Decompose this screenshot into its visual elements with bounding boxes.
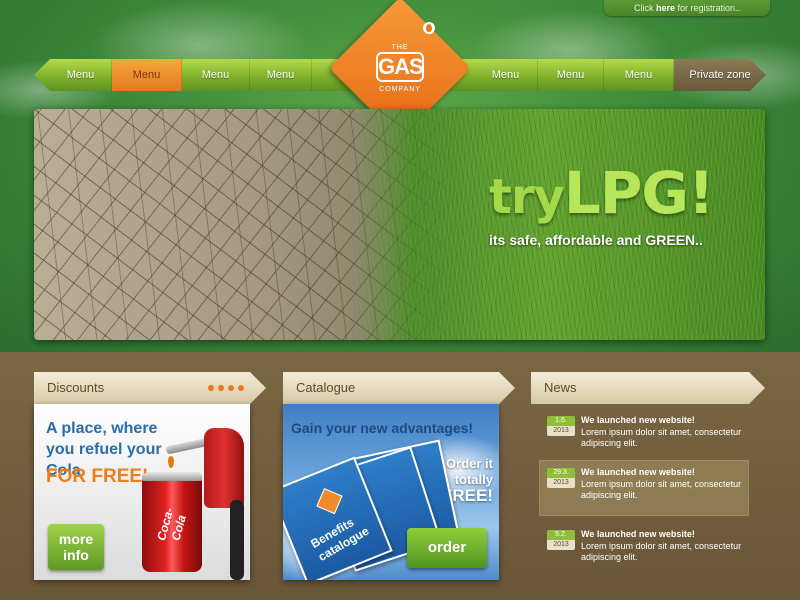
- nav-item-menu-1[interactable]: Menu: [50, 59, 112, 91]
- header-area: Click here for registration.. Menu Menu …: [0, 0, 800, 352]
- logo-gas-text: GAS: [376, 52, 424, 82]
- news-date: 29.3. 2013: [547, 468, 575, 488]
- news-heading: News: [531, 372, 765, 404]
- registration-suffix: for registration..: [674, 3, 741, 13]
- discounts-free-text: FOR FREE!: [46, 466, 149, 487]
- news-date: 5.2. 2013: [547, 530, 575, 550]
- news-panel: 1.6. 2013 We launched new website! Lorem…: [531, 404, 765, 580]
- more-info-line2: info: [63, 547, 89, 563]
- order-button[interactable]: order: [407, 528, 487, 568]
- nav-item-menu-7[interactable]: Menu: [604, 59, 674, 91]
- carousel-dot[interactable]: [208, 385, 214, 391]
- hero-headline: tryLPG!: [489, 159, 715, 227]
- more-info-line1: more: [58, 531, 94, 547]
- cola-can-image: Coca-Cola: [142, 472, 202, 572]
- news-date: 1.6. 2013: [547, 416, 575, 436]
- discounts-heading: Discounts: [34, 372, 266, 404]
- catalogue-heading-text: Catalogue: [296, 380, 356, 395]
- news-day: 1.6.: [547, 416, 575, 426]
- news-item[interactable]: 29.3. 2013 We launched new website! Lore…: [539, 460, 749, 516]
- news-title[interactable]: We launched new website!: [581, 415, 695, 425]
- news-heading-text: News: [544, 380, 577, 395]
- hero-banner: tryLPG! its safe, affordable and GREEN..: [34, 109, 765, 340]
- carousel-dot[interactable]: [238, 385, 244, 391]
- flame-icon: [423, 22, 435, 34]
- news-text: Lorem ipsum dolor sit amet, consectetur …: [581, 541, 742, 562]
- nav-item-menu-5[interactable]: Menu: [474, 59, 538, 91]
- hero-try-word: try: [489, 169, 565, 225]
- book-label: Benefits catalogue: [308, 515, 372, 564]
- can-brand-logo: Coca-Cola: [154, 506, 189, 543]
- discounts-heading-text: Discounts: [47, 380, 105, 395]
- news-day: 5.2.: [547, 530, 575, 540]
- nav-item-private-zone[interactable]: Private zone: [674, 59, 766, 91]
- gas-logo-icon: [316, 488, 343, 515]
- news-day: 29.3.: [547, 468, 575, 478]
- registration-prefix: Click: [633, 3, 656, 13]
- catalogue-panel: Gain your new advantages! Order it total…: [283, 404, 499, 580]
- news-text: Lorem ipsum dolor sit amet, consectetur …: [581, 427, 742, 448]
- logo-company-text: COMPANY: [379, 86, 421, 93]
- news-item[interactable]: 5.2. 2013 We launched new website! Lorem…: [531, 522, 765, 578]
- news-year: 2013: [547, 426, 575, 436]
- order-free-line1: Order it: [446, 456, 493, 471]
- nav-item-menu-4[interactable]: Menu: [250, 59, 312, 91]
- carousel-dot[interactable]: [228, 385, 234, 391]
- catalogue-heading: Catalogue: [283, 372, 515, 404]
- carousel-dot[interactable]: [218, 385, 224, 391]
- catalogue-title: Gain your new advantages!: [291, 420, 474, 436]
- news-year: 2013: [547, 478, 575, 488]
- fuel-nozzle-icon: [204, 428, 244, 508]
- news-item[interactable]: 1.6. 2013 We launched new website! Lorem…: [531, 408, 765, 464]
- nav-item-menu-2[interactable]: Menu: [112, 59, 182, 91]
- more-info-button[interactable]: more info: [48, 524, 104, 570]
- logo-the-text: THE: [391, 44, 409, 51]
- nav-item-menu-3[interactable]: Menu: [182, 59, 250, 91]
- hero-lpg-word: LPG!: [563, 159, 715, 227]
- carousel-dots: [208, 385, 244, 391]
- news-title[interactable]: We launched new website!: [581, 529, 695, 539]
- registration-here-link[interactable]: here: [656, 3, 675, 13]
- news-year: 2013: [547, 540, 575, 550]
- discounts-panel: A place, where you refuel your Cola FOR …: [34, 404, 250, 580]
- news-title[interactable]: We launched new website!: [581, 467, 695, 477]
- hero-tagline: its safe, affordable and GREEN..: [489, 232, 703, 248]
- can-lid: [142, 472, 202, 481]
- news-text: Lorem ipsum dolor sit amet, consectetur …: [581, 479, 742, 500]
- fuel-hose: [230, 500, 244, 580]
- nav-item-menu-6[interactable]: Menu: [538, 59, 604, 91]
- order-free-line2: totally: [454, 472, 493, 487]
- registration-link[interactable]: Click here for registration..: [604, 0, 770, 16]
